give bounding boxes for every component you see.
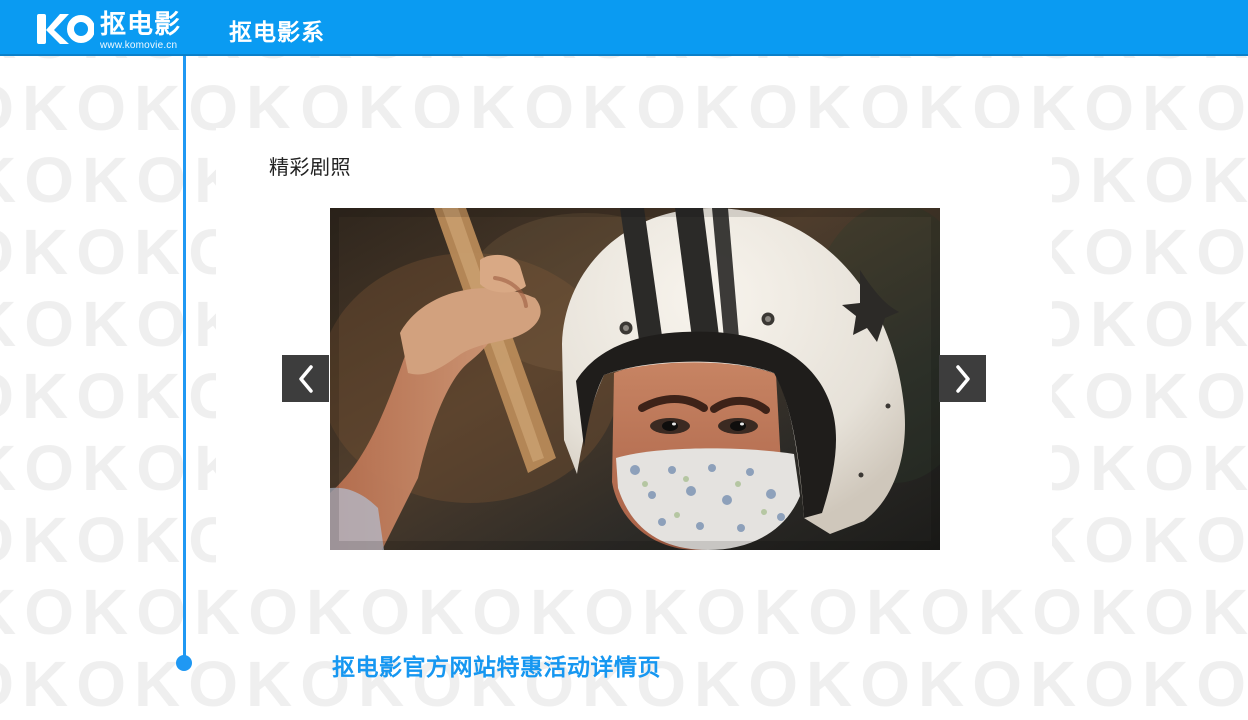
top-navbar: 抠电影 www.komovie.cn 抠电影系 [0,0,1248,56]
movie-still-image[interactable] [330,208,940,550]
section-title: 精彩剧照 [269,155,351,179]
chevron-right-icon [955,364,970,393]
komovie-logo-icon [37,14,94,44]
timeline-line [183,56,186,662]
promotion-details-link[interactable]: 抠电影官方网站特惠活动详情页 [332,651,661,685]
brand-url: www.komovie.cn [100,40,178,51]
stills-card: 精彩剧照 [216,128,1052,584]
chevron-left-icon [298,364,313,393]
brand-name: 抠电影 [100,10,182,40]
timeline-dot [176,655,192,671]
brand-logo[interactable]: 抠电影 www.komovie.cn [36,10,196,51]
gallery-prev-button[interactable] [282,355,329,402]
gallery-next-button[interactable] [939,355,986,402]
page-title: 抠电影系 [229,20,325,46]
